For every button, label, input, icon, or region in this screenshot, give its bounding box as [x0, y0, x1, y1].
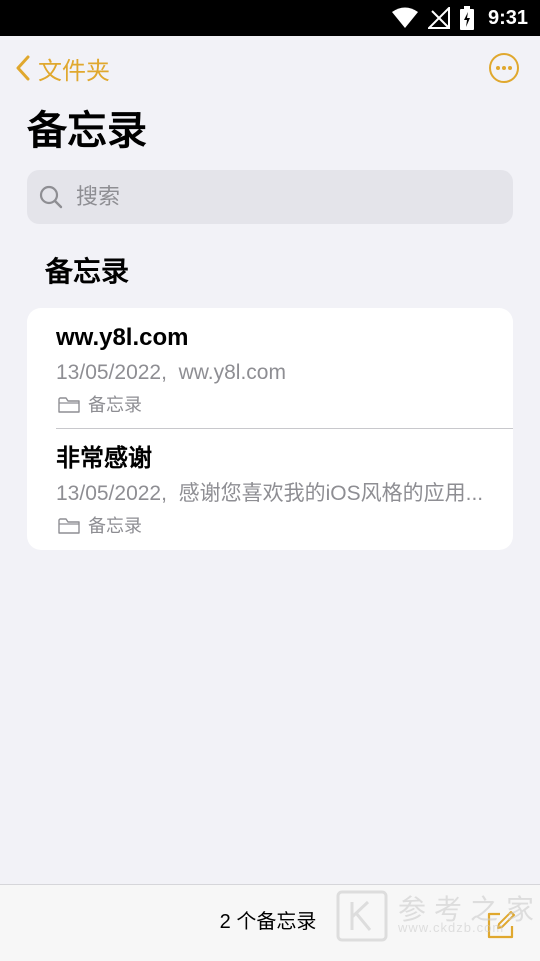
note-meta: 13/05/2022, ww.y8l.com — [56, 361, 286, 384]
note-date: 13/05/2022 — [56, 482, 162, 505]
folder-icon — [58, 397, 80, 413]
no-signal-icon — [427, 7, 450, 29]
battery-charging-icon — [459, 6, 474, 30]
note-date: 13/05/2022 — [56, 361, 162, 384]
note-title: ww.y8l.com — [56, 324, 189, 351]
note-folder-label: 备忘录 — [88, 395, 142, 415]
navigation-bar: 文件夹 — [0, 36, 540, 100]
note-folder: 备忘录 — [58, 392, 142, 418]
chevron-left-icon — [16, 55, 30, 81]
watermark-url: www.ckdzb.com — [398, 920, 505, 935]
wifi-icon — [391, 7, 418, 28]
search-input[interactable] — [74, 183, 478, 211]
note-item[interactable]: 非常感谢 13/05/2022, 感谢您喜欢我的iOS风格的应用... 备忘录 — [27, 429, 513, 549]
watermark: 参考之家 www.ckdzb.com — [336, 886, 536, 946]
section-title: 备忘录 — [45, 256, 130, 287]
search-icon — [39, 185, 63, 209]
status-time: 9:31 — [487, 6, 528, 29]
note-meta: 13/05/2022, 感谢您喜欢我的iOS风格的应用... — [56, 482, 484, 505]
search-bar[interactable] — [27, 170, 513, 224]
back-button-label: 文件夹 — [38, 57, 110, 85]
note-title: 非常感谢 — [56, 445, 152, 472]
more-options-icon[interactable] — [488, 52, 520, 84]
notes-list: ww.y8l.com 13/05/2022, ww.y8l.com 备忘录 非常… — [27, 308, 513, 550]
watermark-logo — [336, 890, 388, 942]
note-item[interactable]: ww.y8l.com 13/05/2022, ww.y8l.com 备忘录 — [27, 308, 513, 428]
note-preview: ww.y8l.com — [178, 361, 286, 384]
folder-icon — [58, 518, 80, 534]
note-preview: 感谢您喜欢我的iOS风格的应用... — [178, 482, 484, 505]
status-bar: 9:31 — [0, 0, 540, 36]
status-icons: 9:31 — [391, 0, 528, 36]
page-title: 备忘录 — [27, 109, 147, 153]
back-button[interactable]: 文件夹 — [16, 50, 110, 86]
note-folder-label: 备忘录 — [88, 516, 142, 536]
note-folder: 备忘录 — [58, 513, 142, 539]
